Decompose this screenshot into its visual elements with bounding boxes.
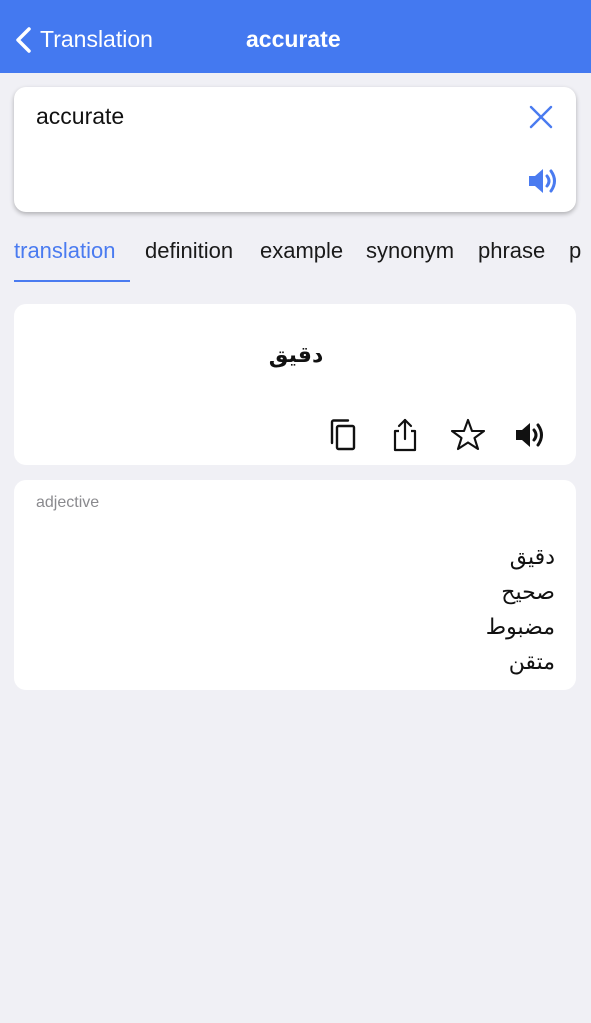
tab-synonym[interactable]: synonym xyxy=(366,237,454,265)
navigation-bar: Translation accurate xyxy=(0,0,591,73)
back-button[interactable]: Translation xyxy=(14,20,153,60)
close-icon[interactable] xyxy=(526,102,556,132)
search-input-card[interactable]: accurate xyxy=(14,87,576,212)
tab-p[interactable]: p xyxy=(569,237,581,265)
tab-bar: translation definition example synonym p… xyxy=(14,232,591,284)
star-icon[interactable] xyxy=(451,417,485,453)
chevron-left-icon xyxy=(16,27,31,53)
meaning-item: دقيق xyxy=(509,544,555,569)
meanings-list: دقيق صحيح مضبوط متقن xyxy=(486,539,555,679)
main-translation: دقيق xyxy=(268,342,324,367)
search-input[interactable]: accurate xyxy=(36,101,124,131)
part-of-speech-card: adjective دقيق صحيح مضبوط متقن xyxy=(14,480,576,690)
back-label: Translation xyxy=(40,26,153,52)
meaning-item: متقن xyxy=(508,649,555,674)
part-of-speech-label: adjective xyxy=(36,494,100,511)
meaning-item: مضبوط xyxy=(485,614,555,639)
tab-translation[interactable]: translation xyxy=(14,237,116,265)
tab-phrase[interactable]: phrase xyxy=(478,237,545,265)
share-icon[interactable] xyxy=(388,417,422,453)
copy-icon[interactable] xyxy=(326,417,360,453)
translation-result-card: دقيق xyxy=(14,304,576,465)
meaning-item: صحيح xyxy=(501,579,555,604)
tab-example[interactable]: example xyxy=(260,237,343,265)
tab-definition[interactable]: definition xyxy=(145,237,233,265)
page-title: accurate xyxy=(246,26,341,52)
speaker-icon[interactable] xyxy=(514,417,548,453)
active-tab-indicator xyxy=(14,280,130,282)
speaker-icon[interactable] xyxy=(526,164,562,198)
